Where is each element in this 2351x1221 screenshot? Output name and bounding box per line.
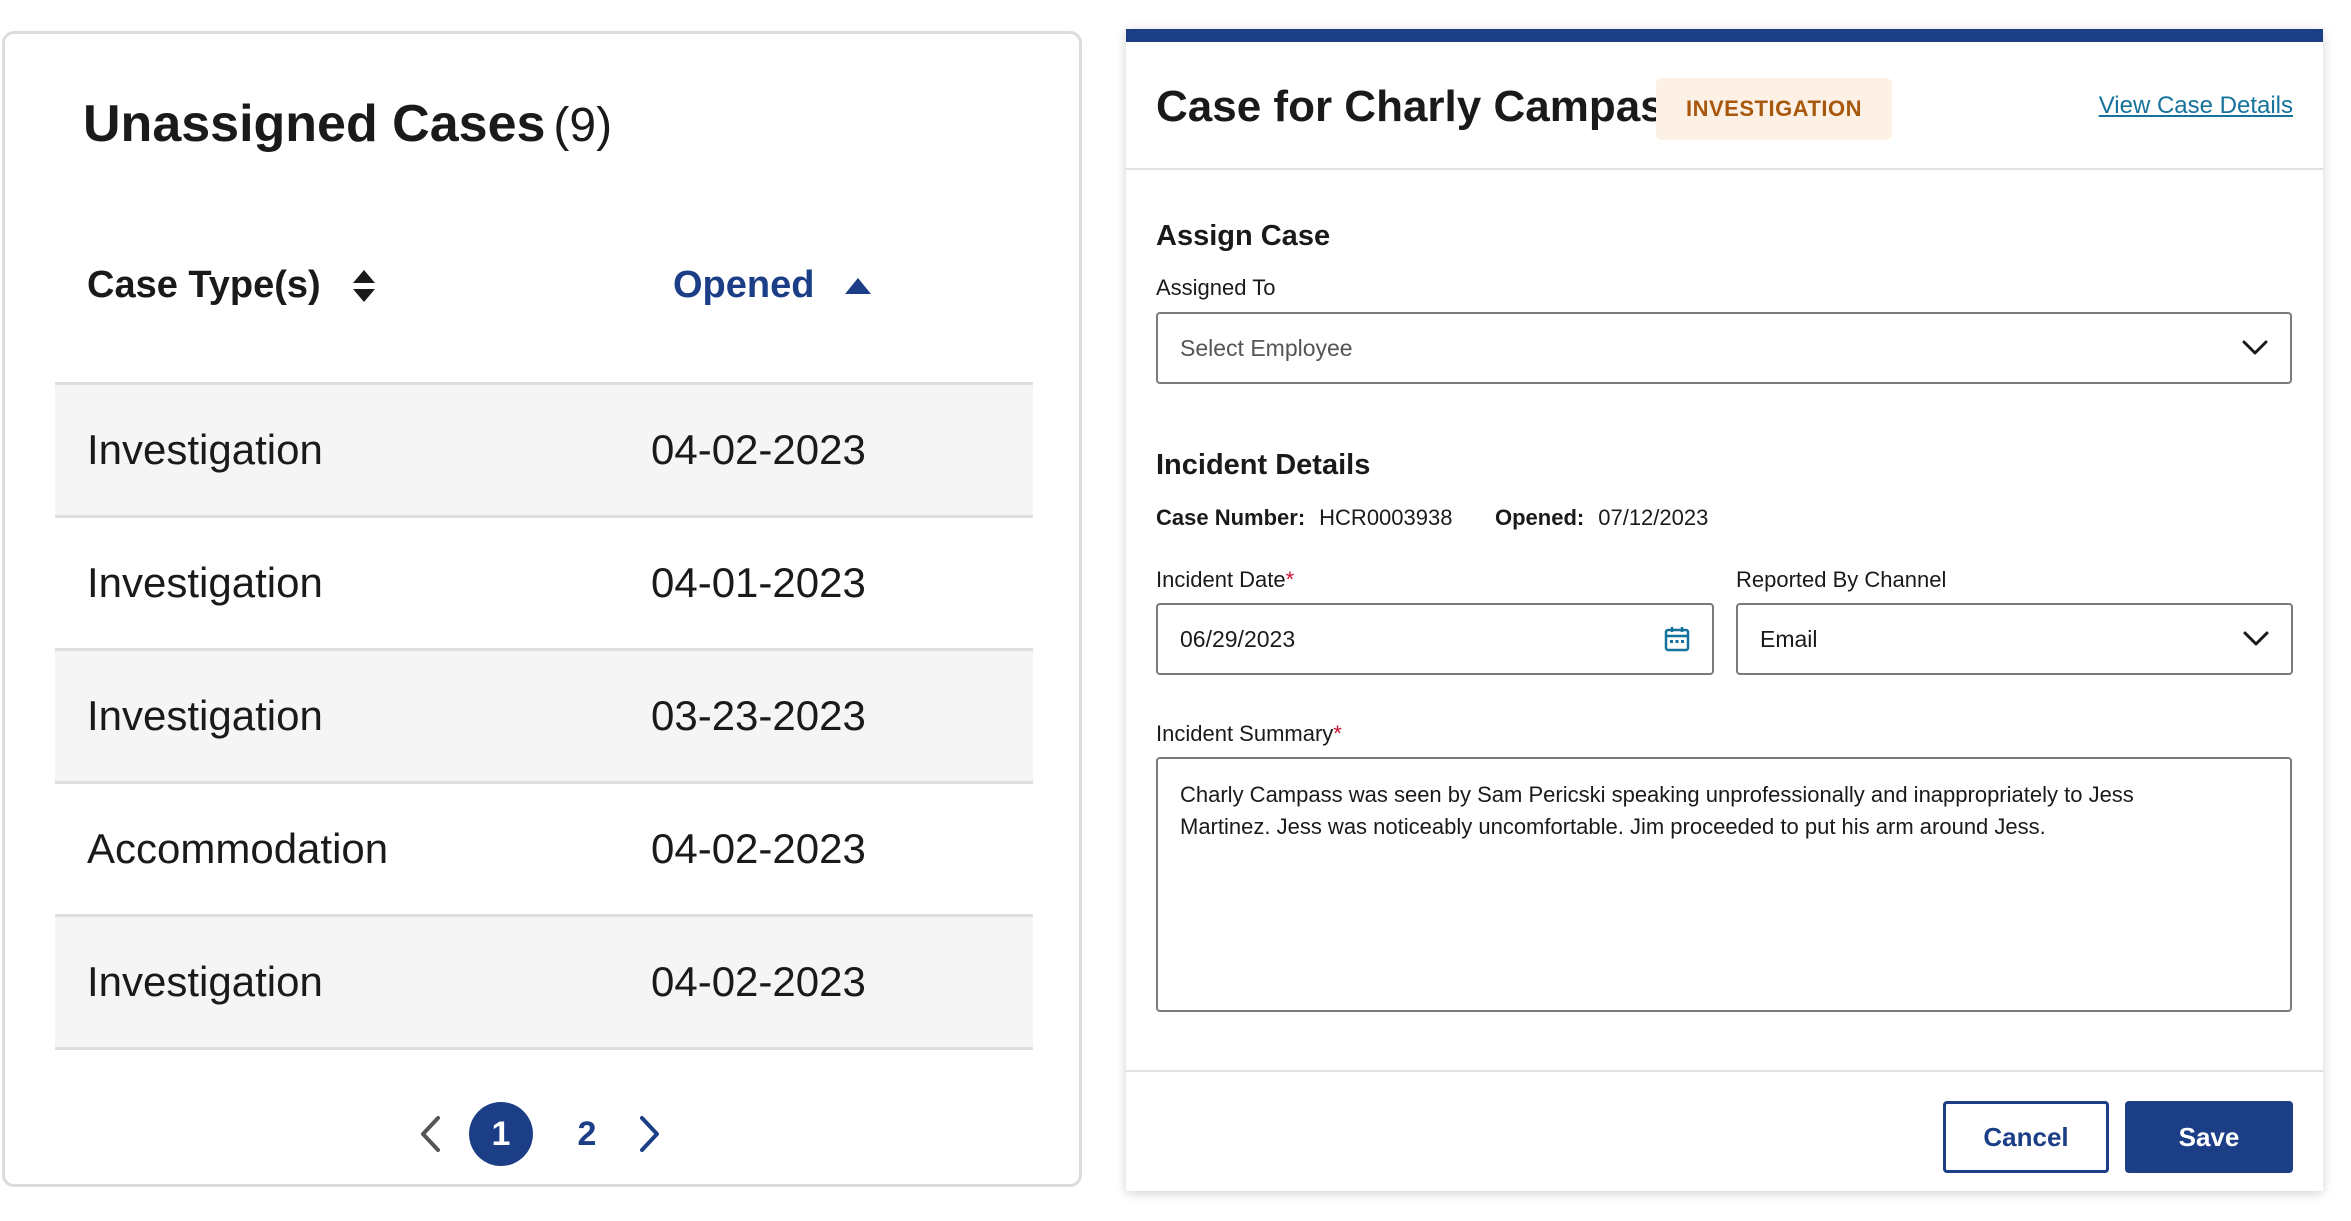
incident-summary-textarea[interactable]: Charly Campass was seen by Sam Pericski …	[1156, 757, 2292, 1012]
cell-opened: 04-02-2023	[651, 958, 866, 1005]
required-marker: *	[1333, 721, 1342, 746]
opened-value: 07/12/2023	[1598, 505, 1709, 530]
assign-case-heading: Assign Case	[1156, 220, 1331, 252]
cell-opened: 04-01-2023	[651, 559, 866, 606]
incident-details-heading: Incident Details	[1156, 449, 1371, 481]
incident-date-label-text: Incident Date	[1156, 567, 1286, 592]
page-button-1[interactable]: 1	[469, 1102, 533, 1166]
column-header-opened-label: Opened	[673, 264, 815, 306]
table-row[interactable]: Accommodation 04-02-2023	[55, 784, 1033, 917]
view-case-details-link[interactable]: View Case Details	[2099, 92, 2293, 120]
save-button[interactable]: Save	[2125, 1101, 2293, 1173]
table-row[interactable]: Investigation 04-02-2023	[55, 385, 1033, 518]
cell-opened: 03-23-2023	[651, 692, 866, 739]
cell-case-type: Investigation	[87, 958, 323, 1005]
reported-by-channel-select[interactable]: Email	[1736, 603, 2293, 675]
calendar-icon[interactable]	[1664, 626, 1690, 652]
opened-field: Opened: 07/12/2023	[1495, 505, 1708, 531]
case-number-field: Case Number: HCR0003938	[1156, 505, 1452, 531]
table-row[interactable]: Investigation 04-01-2023	[55, 518, 1033, 651]
assigned-to-select[interactable]: Select Employee	[1156, 312, 2292, 384]
case-count: (9)	[553, 99, 613, 152]
previous-page-button[interactable]	[405, 1104, 455, 1164]
panel-title: Unassigned Cases (9)	[83, 94, 612, 154]
case-title: Case for Charly Campass	[1156, 82, 1690, 131]
cell-opened: 04-02-2023	[651, 825, 866, 872]
column-header-opened[interactable]: Opened	[673, 264, 872, 307]
cell-case-type: Accommodation	[87, 825, 389, 872]
incident-summary-label-text: Incident Summary	[1156, 721, 1334, 746]
cell-case-type: Investigation	[87, 426, 323, 473]
chevron-right-icon	[640, 1116, 659, 1152]
incident-summary-label: Incident Summary*	[1156, 721, 1342, 747]
column-header-case-type-label: Case Type(s)	[87, 264, 321, 306]
panel-title-text: Unassigned Cases	[83, 95, 546, 153]
table-row[interactable]: Investigation 04-02-2023	[55, 917, 1033, 1050]
cancel-button[interactable]: Cancel	[1943, 1101, 2109, 1173]
unassigned-cases-panel: Unassigned Cases (9) Case Type(s) Opened …	[2, 31, 1082, 1187]
incident-date-value: 06/29/2023	[1180, 625, 1296, 652]
sort-ascending-icon[interactable]	[844, 277, 872, 295]
assigned-to-label: Assigned To	[1156, 275, 1276, 300]
next-page-button[interactable]	[625, 1104, 675, 1164]
column-header-case-type[interactable]: Case Type(s)	[87, 264, 377, 307]
case-number-value: HCR0003938	[1319, 505, 1453, 530]
case-type-badge: INVESTIGATION	[1656, 78, 1892, 140]
assigned-to-placeholder: Select Employee	[1180, 334, 1353, 361]
footer-divider	[1126, 1070, 2323, 1072]
reported-by-channel-label: Reported By Channel	[1736, 567, 1947, 592]
table-row[interactable]: Investigation 03-23-2023	[55, 651, 1033, 784]
sort-both-icon[interactable]	[351, 268, 377, 304]
incident-date-input[interactable]: 06/29/2023	[1156, 603, 1714, 675]
chevron-left-icon	[421, 1116, 440, 1152]
cell-case-type: Investigation	[87, 559, 323, 606]
cases-table: Investigation 04-02-2023 Investigation 0…	[55, 385, 1033, 1050]
opened-label: Opened:	[1495, 505, 1585, 530]
page-button-2[interactable]: 2	[555, 1102, 619, 1166]
cell-opened: 04-02-2023	[651, 426, 866, 473]
reported-by-channel-value: Email	[1760, 625, 1818, 652]
incident-date-label: Incident Date*	[1156, 567, 1294, 593]
case-header: Case for Charly Campass INVESTIGATION Vi…	[1126, 42, 2323, 170]
chevron-down-icon	[2242, 340, 2268, 356]
case-detail-panel: Case for Charly Campass INVESTIGATION Vi…	[1126, 29, 2323, 1191]
cell-case-type: Investigation	[87, 692, 323, 739]
case-number-label: Case Number:	[1156, 505, 1306, 530]
required-marker: *	[1285, 567, 1295, 592]
chevron-down-icon	[2243, 631, 2269, 647]
pagination: 1 2	[405, 1102, 675, 1166]
